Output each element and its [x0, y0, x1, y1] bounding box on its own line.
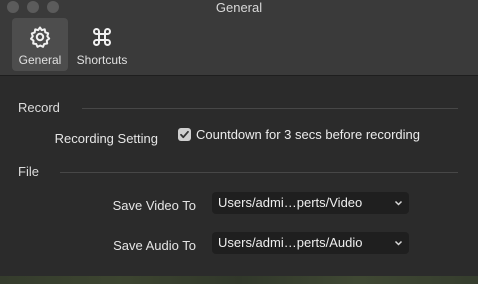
recording-setting-label: Recording Setting — [54, 131, 158, 146]
save-audio-path-value: Users/admi…perts/Audio — [218, 235, 363, 250]
chevron-down-icon — [394, 232, 403, 261]
tab-general-label: General — [18, 53, 62, 67]
tab-general[interactable]: General — [12, 18, 68, 71]
command-icon — [90, 24, 114, 50]
countdown-label: Countdown for 3 secs before recording — [196, 127, 421, 142]
tab-shortcuts[interactable]: Shortcuts — [74, 18, 130, 71]
save-video-path-value: Users/admi…perts/Video — [218, 195, 363, 210]
save-audio-label: Save Audio To — [113, 238, 196, 253]
save-video-label: Save Video To — [112, 198, 196, 213]
save-audio-path-select[interactable]: Users/admi…perts/Audio — [212, 232, 409, 254]
chevron-down-icon — [394, 192, 403, 221]
tab-shortcuts-label: Shortcuts — [76, 53, 128, 67]
preference-tabs: General Shortcuts — [12, 18, 136, 71]
window-title: General — [215, 0, 263, 15]
file-section-header: File — [18, 164, 39, 179]
record-divider — [82, 108, 458, 109]
gear-icon — [28, 24, 52, 50]
countdown-checkbox[interactable] — [178, 128, 191, 141]
desktop-background-strip — [0, 276, 478, 284]
countdown-checkbox-row[interactable]: Countdown for 3 secs before recording — [178, 127, 420, 142]
record-section-header: Record — [18, 100, 60, 115]
file-divider — [60, 172, 458, 173]
window-toolbar: General General Shortcuts — [0, 0, 478, 76]
checkmark-icon — [180, 130, 189, 139]
save-video-path-select[interactable]: Users/admi…perts/Video — [212, 192, 409, 214]
